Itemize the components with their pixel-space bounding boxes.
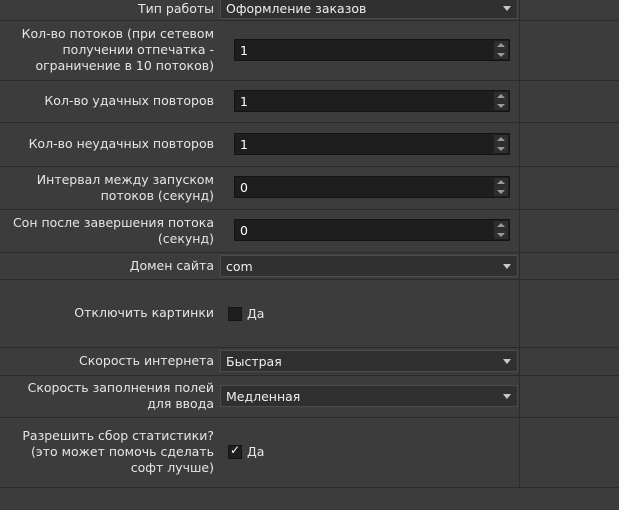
fail-retries-input[interactable]: 1 xyxy=(234,133,510,155)
row-fill-speed: Скорость заполнения полей для ввода Медл… xyxy=(0,375,619,418)
internet-speed-label: Скорость интернета xyxy=(78,353,214,368)
column-divider xyxy=(519,122,520,166)
threads-input[interactable]: 1 xyxy=(234,39,510,61)
checkmark-icon: ✓ xyxy=(230,443,241,457)
row-success-retries: Кол-во удачных повторов 1 xyxy=(0,80,619,123)
sleep-after-label: Сон после завершения потока (секунд) xyxy=(12,214,214,246)
allow-stats-checkbox[interactable]: ✓ xyxy=(228,443,242,459)
chevron-down-icon xyxy=(503,264,511,269)
column-divider xyxy=(519,347,520,375)
column-divider xyxy=(519,417,520,487)
sleep-after-value: 0 xyxy=(240,223,248,238)
stepper-down-icon[interactable] xyxy=(494,144,508,153)
disable-images-option-label[interactable]: Да xyxy=(247,306,264,321)
chevron-down-icon xyxy=(503,359,511,364)
row-site-domain: Домен сайта com xyxy=(0,252,619,280)
stepper-down-icon[interactable] xyxy=(494,187,508,196)
site-domain-label: Домен сайта xyxy=(129,257,214,273)
row-allow-stats: Разрешить сбор статистики? (это может по… xyxy=(0,417,619,488)
stepper-down-icon[interactable] xyxy=(494,50,508,59)
work-type-label: Тип работы xyxy=(137,0,214,16)
column-divider xyxy=(519,0,520,20)
row-threads: Кол-во потоков (при сетевом получении от… xyxy=(0,20,619,81)
success-retries-stepper[interactable] xyxy=(494,92,508,110)
fill-speed-select[interactable]: Медленная xyxy=(220,385,518,407)
site-domain-value: com xyxy=(226,259,253,274)
internet-speed-select[interactable]: Быстрая xyxy=(220,350,518,372)
settings-form: Тип работы Оформление заказов Кол-во пот… xyxy=(0,0,619,510)
column-divider xyxy=(519,209,520,252)
stepper-down-icon[interactable] xyxy=(494,230,508,239)
row-work-type: Тип работы Оформление заказов xyxy=(0,0,619,21)
column-divider xyxy=(519,279,520,347)
stepper-up-icon[interactable] xyxy=(494,92,508,101)
stepper-up-icon[interactable] xyxy=(494,41,508,50)
row-thread-interval: Интервал между запуском потоков (секунд)… xyxy=(0,166,619,210)
work-type-value: Оформление заказов xyxy=(226,1,367,16)
fail-retries-value: 1 xyxy=(240,137,248,152)
column-divider xyxy=(519,375,520,417)
disable-images-label: Отключить картинки xyxy=(74,305,214,320)
fill-speed-value: Медленная xyxy=(226,389,301,404)
success-retries-input[interactable]: 1 xyxy=(234,90,510,112)
row-sleep-after: Сон после завершения потока (секунд) 0 xyxy=(0,209,619,253)
row-fail-retries: Кол-во неудачных повторов 1 xyxy=(0,122,619,167)
allow-stats-label: Разрешить сбор статистики? (это может по… xyxy=(22,428,214,475)
internet-speed-value: Быстрая xyxy=(226,354,282,369)
stepper-up-icon[interactable] xyxy=(494,178,508,187)
fail-retries-label: Кол-во неудачных повторов xyxy=(28,136,214,151)
threads-value: 1 xyxy=(240,43,248,58)
column-divider xyxy=(519,166,520,209)
thread-interval-label: Интервал между запуском потоков (секунд) xyxy=(36,171,214,203)
chevron-down-icon xyxy=(503,6,511,11)
thread-interval-stepper[interactable] xyxy=(494,178,508,196)
success-retries-value: 1 xyxy=(240,94,248,109)
thread-interval-value: 0 xyxy=(240,180,248,195)
column-divider xyxy=(519,80,520,122)
stepper-up-icon[interactable] xyxy=(494,221,508,230)
row-internet-speed: Скорость интернета Быстрая xyxy=(0,347,619,376)
fill-speed-label: Скорость заполнения полей для ввода xyxy=(27,380,214,411)
column-divider xyxy=(519,252,520,279)
fail-retries-stepper[interactable] xyxy=(494,135,508,153)
sleep-after-stepper[interactable] xyxy=(494,221,508,239)
column-divider xyxy=(519,20,520,80)
chevron-down-icon xyxy=(503,394,511,399)
disable-images-checkbox[interactable] xyxy=(228,307,242,321)
sleep-after-input[interactable]: 0 xyxy=(234,219,510,241)
row-disable-images: Отключить картинки Да xyxy=(0,279,619,348)
allow-stats-option-label[interactable]: Да xyxy=(247,444,264,459)
work-type-select[interactable]: Оформление заказов xyxy=(220,0,518,19)
site-domain-select[interactable]: com xyxy=(220,255,518,277)
stepper-up-icon[interactable] xyxy=(494,135,508,144)
threads-stepper[interactable] xyxy=(494,41,508,59)
thread-interval-input[interactable]: 0 xyxy=(234,176,510,198)
success-retries-label: Кол-во удачных повторов xyxy=(44,93,214,108)
threads-label: Кол-во потоков (при сетевом получении от… xyxy=(21,26,214,73)
stepper-down-icon[interactable] xyxy=(494,101,508,110)
